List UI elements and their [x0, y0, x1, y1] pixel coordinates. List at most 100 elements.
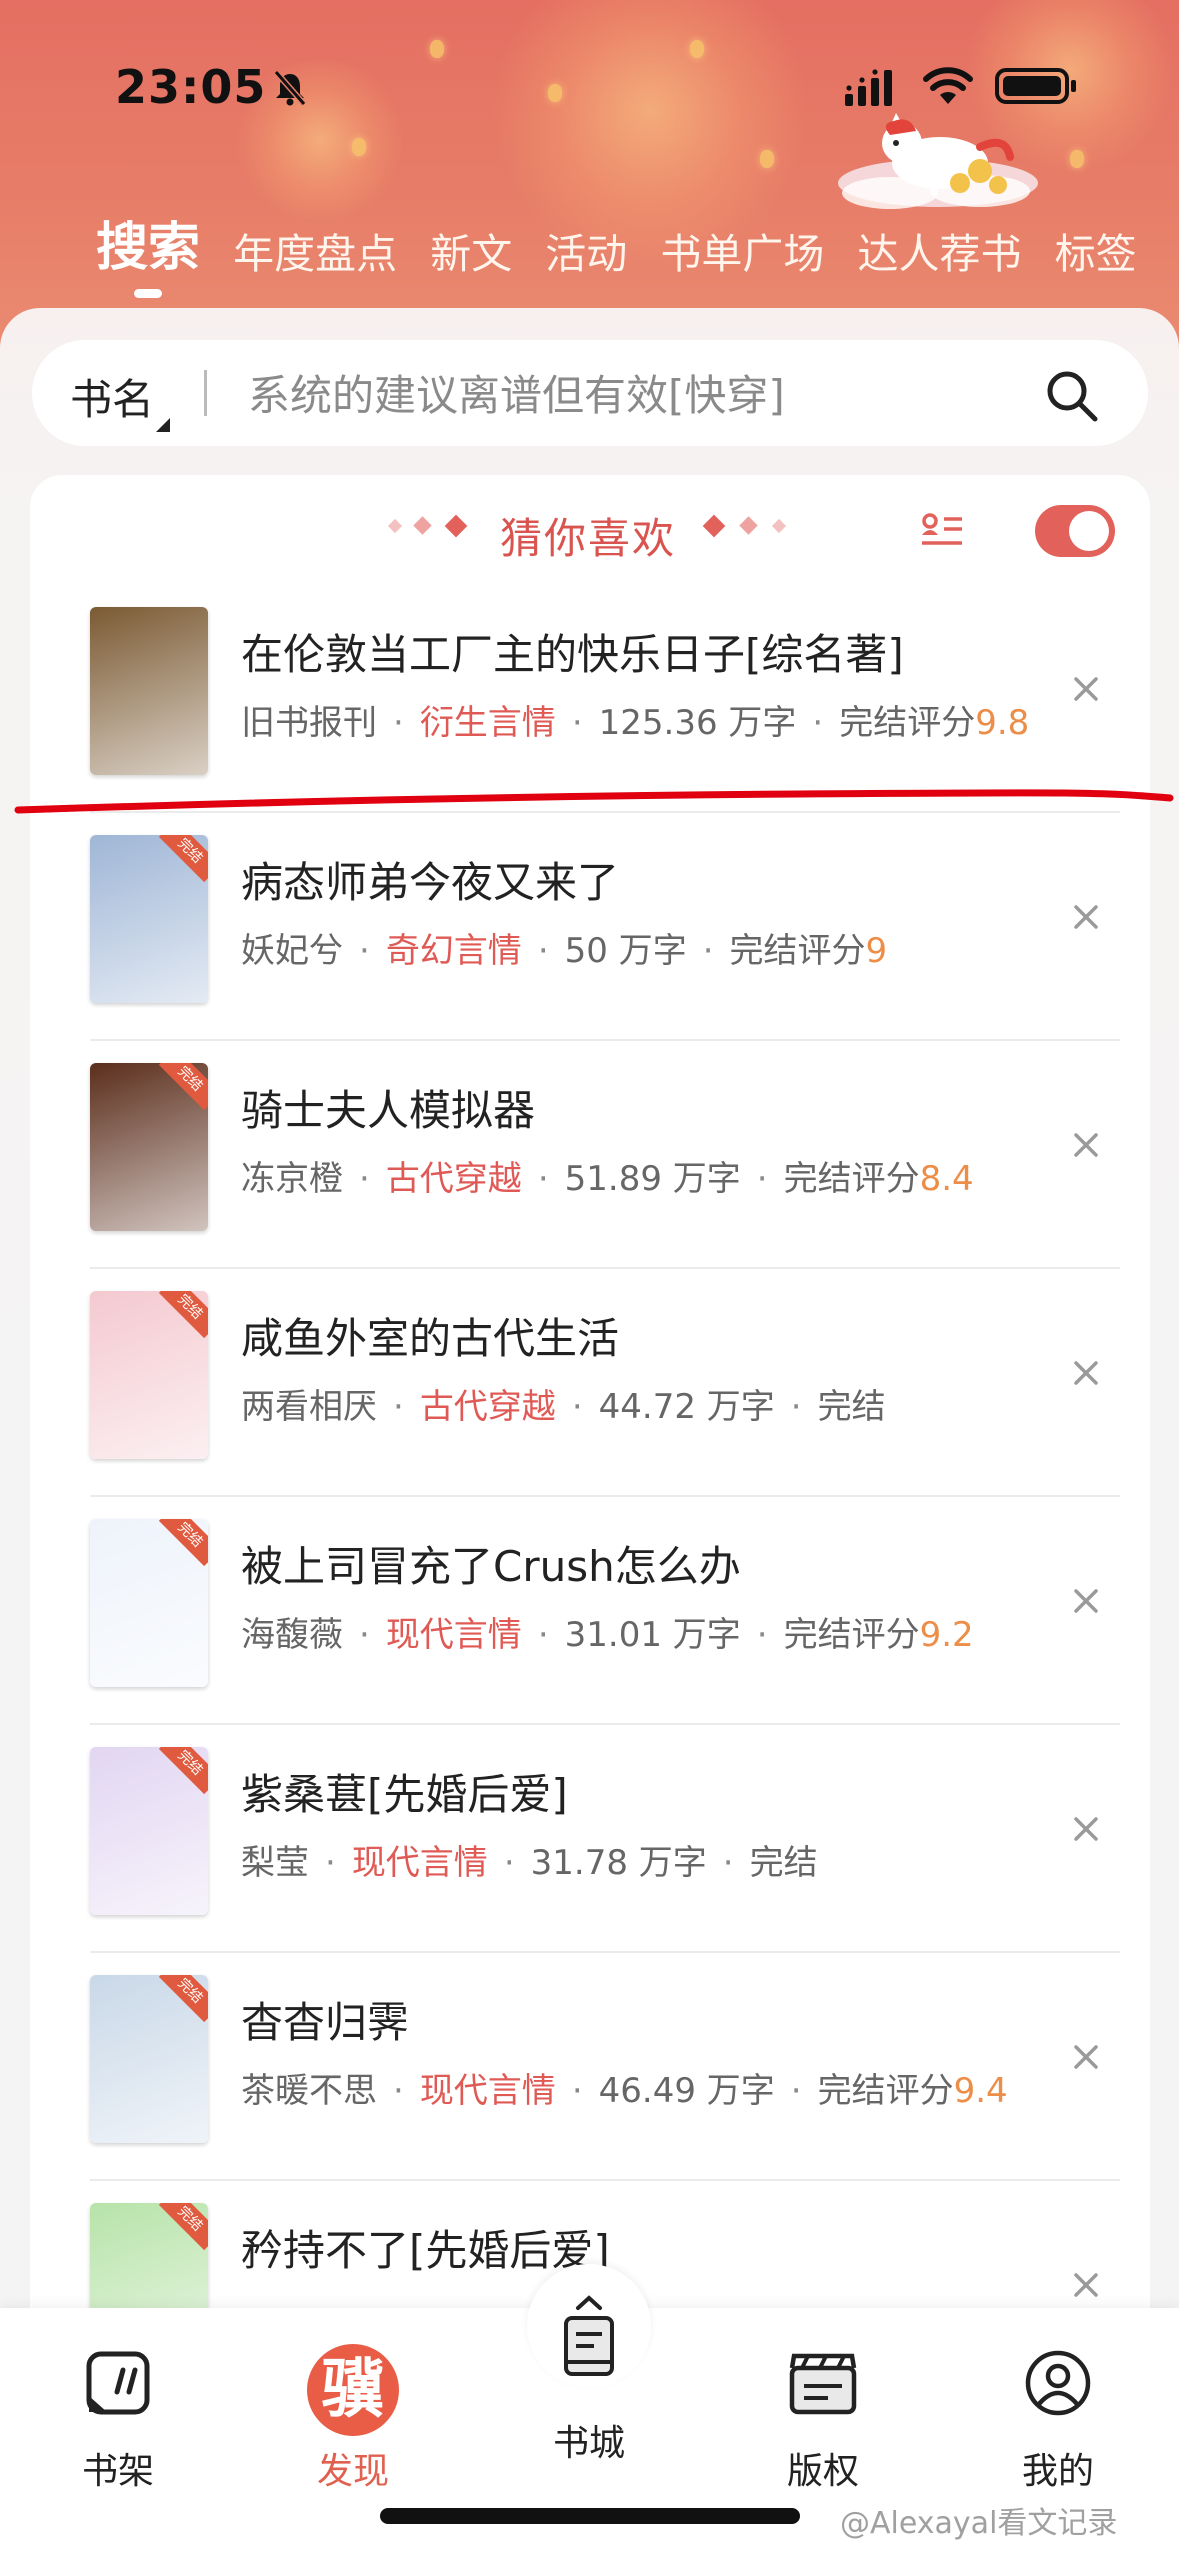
book-meta: 海馥薇 · 现代言情 · 31.01 万字 · 完结评分9.2: [241, 1607, 974, 1656]
meta-separator: ·: [359, 931, 370, 971]
book-word-count: 51.89 万字: [564, 1159, 741, 1199]
book-title[interactable]: 紫桑葚[先婚后爱]: [241, 1761, 568, 1822]
diamond-decoration: [771, 518, 787, 534]
book-status: 完结评分: [783, 1615, 920, 1655]
tab-expert-picks[interactable]: 达人荐书: [857, 220, 1021, 280]
book-cover[interactable]: 完结: [90, 1519, 208, 1687]
search-type-selector[interactable]: 书名: [70, 366, 154, 427]
book-meta: 妖妃兮 · 奇幻言情 · 50 万字 · 完结评分9: [241, 923, 887, 972]
lantern-decoration: [760, 150, 774, 168]
book-author: 冻京橙: [241, 1159, 343, 1199]
book-cover[interactable]: 完结: [90, 1063, 208, 1231]
tab-annual-review[interactable]: 年度盘点: [233, 220, 397, 280]
tab-search[interactable]: 搜索: [96, 205, 200, 298]
tab-new-works[interactable]: 新文: [430, 220, 512, 280]
book-author: 旧书报刊: [241, 703, 377, 743]
recommend-toggle[interactable]: [1035, 505, 1115, 557]
book-status: 完结评分: [783, 1159, 920, 1199]
book-author: 茶暖不思: [241, 2071, 377, 2111]
book-score: 9: [865, 931, 888, 971]
book-title[interactable]: 矜持不了[先婚后爱]: [241, 2217, 610, 2278]
book-title[interactable]: 骑士夫人模拟器: [241, 1077, 535, 1138]
annotation-underline: [14, 789, 1174, 814]
search-icon[interactable]: [1042, 366, 1102, 426]
home-indicator: [380, 2508, 800, 2524]
book-genre: 现代言情: [385, 1615, 522, 1655]
nav-bookstore-label: 书城: [552, 2423, 625, 2464]
wifi-icon: [923, 67, 973, 104]
book-row[interactable]: 完结 咸鱼外室的古代生活 两看相厌 · 古代穿越 · 44.72 万字 · 完结: [60, 1269, 1150, 1497]
meta-separator: ·: [359, 1159, 370, 1199]
dismiss-icon[interactable]: [1070, 2269, 1102, 2301]
dismiss-icon[interactable]: [1070, 1585, 1102, 1617]
diamond-decoration: [702, 514, 726, 538]
signal-icon: [845, 69, 892, 106]
book-status: 完结评分: [839, 703, 976, 743]
meta-separator: ·: [537, 1615, 549, 1655]
bookshelf-icon: [86, 2351, 150, 2415]
book-row[interactable]: 完结 病态师弟今夜又来了 妖妃兮 · 奇幻言情 · 50 万字 · 完结评分9: [60, 813, 1150, 1041]
completed-badge: 完结: [158, 1519, 208, 1567]
recommend-card: 猜你喜欢 在伦敦当工厂主的快乐日子[综名著] 旧书报刊 · 衍生言情 · 125.36 万…: [30, 475, 1150, 2375]
meta-separator: ·: [812, 703, 824, 743]
book-score: 9.4: [953, 2071, 1008, 2111]
book-title[interactable]: 咸鱼外室的古代生活: [241, 1305, 619, 1366]
book-cover[interactable]: 完结: [90, 1291, 208, 1459]
dismiss-icon[interactable]: [1070, 673, 1102, 705]
search-input[interactable]: [248, 362, 1048, 422]
book-genre: 现代言情: [351, 1843, 488, 1883]
tab-tags[interactable]: 标签: [1055, 220, 1137, 280]
book-cover[interactable]: [90, 607, 208, 775]
book-row[interactable]: 完结 骑士夫人模拟器 冻京橙 · 古代穿越 · 51.89 万字 · 完结评分8.4: [60, 1041, 1150, 1269]
book-genre: 古代穿越: [385, 1159, 522, 1199]
book-status: 完结: [817, 1387, 886, 1427]
book-title[interactable]: 病态师弟今夜又来了: [241, 849, 619, 910]
book-row[interactable]: 完结 杳杳归霁 茶暖不思 · 现代言情 · 46.49 万字 · 完结评分9.4: [60, 1953, 1150, 2181]
nav-bookshelf-label: 书架: [81, 2451, 154, 2492]
tab-events[interactable]: 活动: [545, 220, 627, 280]
book-score: 8.4: [919, 1159, 974, 1199]
book-title[interactable]: 在伦敦当工厂主的快乐日子[综名著]: [241, 621, 904, 682]
completed-badge: 完结: [158, 1747, 208, 1795]
book-genre: 奇幻言情: [385, 931, 522, 971]
battery-icon: [995, 68, 1076, 104]
meta-separator: ·: [537, 1159, 549, 1199]
meta-separator: ·: [571, 703, 583, 743]
profile-icon: [1025, 2350, 1091, 2416]
dismiss-icon[interactable]: [1070, 1357, 1102, 1389]
diamond-decoration: [444, 514, 468, 538]
completed-badge: 完结: [158, 2203, 208, 2251]
book-author: 妖妃兮: [241, 931, 343, 971]
book-cover[interactable]: 完结: [90, 835, 208, 1003]
book-row[interactable]: 完结 紫桑葚[先婚后爱] 梨莹 · 现代言情 · 31.78 万字 · 完结: [60, 1725, 1150, 1953]
book-status: 完结评分: [817, 2071, 954, 2111]
book-score: 9.2: [919, 1615, 974, 1655]
book-word-count: 31.01 万字: [564, 1615, 741, 1655]
book-status: 完结评分: [729, 931, 866, 971]
recommend-header: 猜你喜欢: [30, 475, 1150, 585]
dismiss-icon[interactable]: [1070, 1129, 1102, 1161]
book-cover[interactable]: 完结: [90, 1747, 208, 1915]
tab-booklist-plaza[interactable]: 书单广场: [660, 220, 824, 280]
lantern-decoration: [548, 84, 562, 102]
book-author: 海馥薇: [241, 1615, 343, 1655]
dismiss-icon[interactable]: [1070, 901, 1102, 933]
book-row[interactable]: 在伦敦当工厂主的快乐日子[综名著] 旧书报刊 · 衍生言情 · 125.36 万字 · 完结评…: [60, 585, 1150, 813]
dismiss-icon[interactable]: [1070, 2041, 1102, 2073]
book-word-count: 46.49 万字: [598, 2071, 775, 2111]
nav-copyright-label: 版权: [786, 2451, 859, 2492]
meta-separator: ·: [571, 2071, 583, 2111]
dismiss-icon[interactable]: [1070, 1813, 1102, 1845]
diamond-decoration: [413, 516, 432, 535]
book-cover[interactable]: 完结: [90, 1975, 208, 2143]
meta-separator: ·: [756, 1615, 768, 1655]
completed-badge: 完结: [158, 1063, 208, 1111]
book-title[interactable]: 被上司冒充了Crush怎么办: [241, 1533, 741, 1594]
meta-separator: ·: [393, 703, 404, 743]
preference-filter-icon[interactable]: [920, 511, 964, 551]
lantern-decoration: [1070, 150, 1084, 168]
bell-muted-icon: [273, 70, 307, 106]
book-row[interactable]: 完结 被上司冒充了Crush怎么办 海馥薇 · 现代言情 · 31.01 万字 · 完结评分9.…: [60, 1497, 1150, 1725]
completed-badge: 完结: [158, 835, 208, 883]
book-title[interactable]: 杳杳归霁: [241, 1989, 409, 2050]
